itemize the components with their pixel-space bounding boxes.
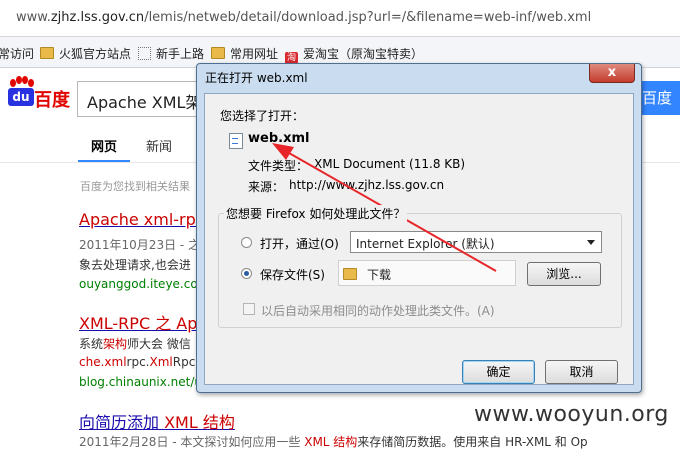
handle-question: 您想要 Firefox 如何处理此文件？ [224,205,408,222]
annotation-arrow [272,143,497,272]
